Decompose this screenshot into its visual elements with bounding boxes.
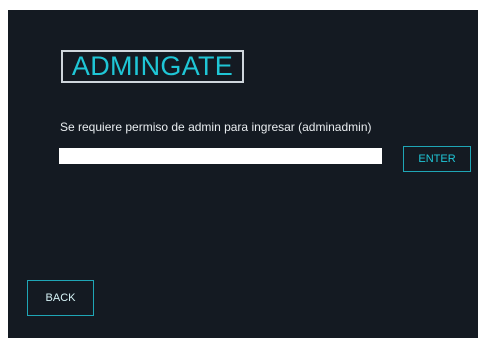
admin-gate-window: ADMINGATE Se requiere permiso de admin p…	[8, 10, 478, 338]
back-button[interactable]: BACK	[27, 280, 94, 316]
admingate-logo: ADMINGATE	[61, 50, 244, 83]
admin-permission-prompt: Se requiere permiso de admin para ingres…	[60, 120, 372, 134]
admin-password-input[interactable]	[59, 148, 382, 164]
enter-button[interactable]: ENTER	[403, 146, 471, 172]
